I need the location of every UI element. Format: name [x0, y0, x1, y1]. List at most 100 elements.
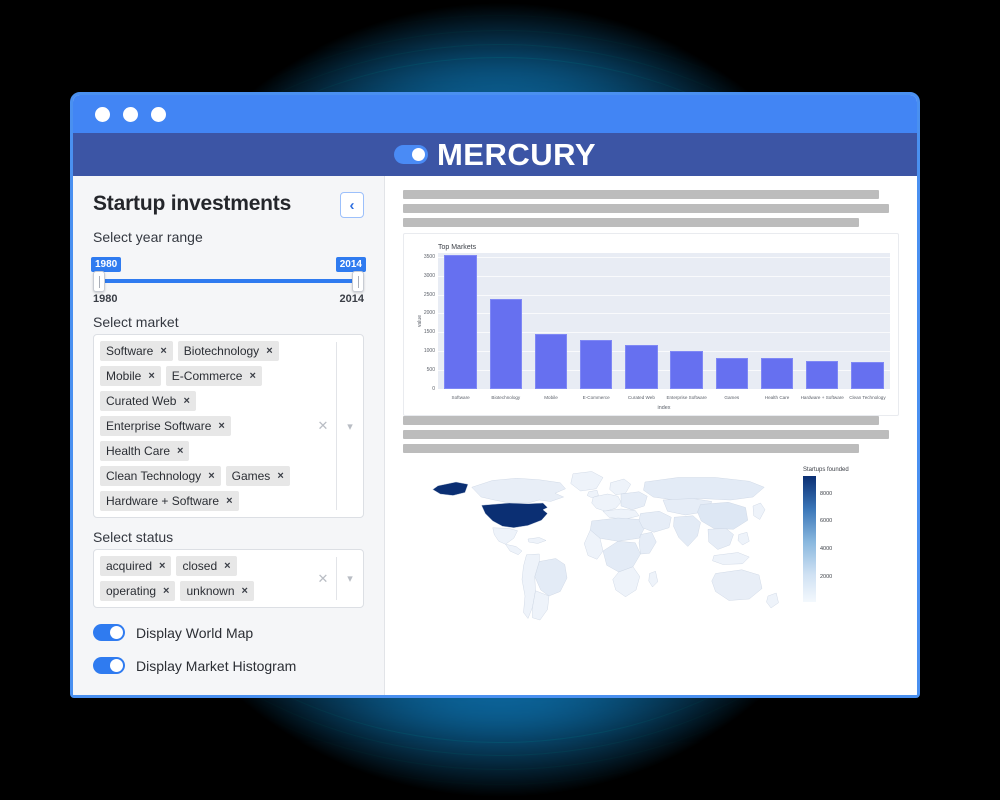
world-map[interactable]	[403, 461, 803, 626]
redacted-text-line	[403, 218, 860, 227]
region-alaska	[432, 481, 469, 496]
tag-item[interactable]: Games ×	[225, 466, 290, 486]
window-dot-close[interactable]	[95, 106, 110, 122]
bar-slot[interactable]	[438, 253, 483, 389]
tag-remove-icon[interactable]: ×	[277, 470, 283, 482]
tag-item[interactable]: operating ×	[100, 581, 176, 601]
bar-slot[interactable]	[574, 253, 619, 389]
bar-slot[interactable]	[754, 253, 799, 389]
region-southern-africa	[612, 566, 640, 597]
histogram-panel: Top Markets value 0 500 1000 1500 2000 2500 30…	[403, 233, 899, 416]
tag-item[interactable]: acquired ×	[100, 556, 172, 576]
slider-track[interactable]	[97, 279, 360, 283]
tag-remove-icon[interactable]: ×	[249, 370, 255, 382]
chevron-down-icon[interactable]: ▾	[339, 420, 361, 433]
toggle-switch-icon[interactable]	[93, 657, 125, 674]
toggle-switch-icon[interactable]	[93, 624, 125, 641]
bar[interactable]	[851, 361, 884, 389]
tag-remove-icon[interactable]: ×	[177, 445, 183, 457]
chevron-left-icon[interactable]: ‹	[340, 192, 364, 218]
bar[interactable]	[670, 350, 703, 389]
clear-icon[interactable]: ✕	[312, 571, 334, 587]
tag-item[interactable]: E-Commerce ×	[165, 366, 262, 386]
bar[interactable]	[715, 357, 749, 389]
x-axis-labels: Software Biotechnology Mobile E-Commerce Cur…	[438, 395, 890, 400]
tag-remove-icon[interactable]: ×	[218, 420, 224, 432]
region-canada	[471, 478, 566, 504]
bar-chart[interactable]: value 0 500 1000 1500 2000 2500 3000 3500 Softw…	[412, 253, 890, 400]
tag-remove-icon[interactable]: ×	[159, 560, 165, 572]
bar-slot[interactable]	[664, 253, 709, 389]
tag-item[interactable]: closed ×	[176, 556, 237, 576]
tag-remove-icon[interactable]: ×	[183, 395, 189, 407]
tag-item[interactable]: Curated Web ×	[100, 391, 196, 411]
tag-remove-icon[interactable]: ×	[224, 560, 230, 572]
year-range-slider[interactable]: 1980 2014 1980 2014	[91, 257, 366, 305]
bar[interactable]	[444, 254, 477, 389]
region-china	[697, 502, 748, 530]
slider-endpoints: 1980 2014	[93, 293, 364, 305]
bar[interactable]	[489, 298, 523, 389]
slider-max-value: 2014	[339, 293, 364, 305]
tag-item[interactable]: Health Care ×	[100, 441, 190, 461]
tag-remove-icon[interactable]: ×	[160, 345, 166, 357]
redacted-text-line	[403, 204, 890, 213]
tag-remove-icon[interactable]: ×	[226, 495, 232, 507]
window-dot-maximize[interactable]	[151, 106, 166, 122]
status-multiselect[interactable]: acquired × closed × operating × unknown × ✕ ▾	[93, 549, 364, 608]
region-japan	[752, 502, 766, 520]
bar[interactable]	[534, 334, 568, 389]
bar-slot[interactable]	[845, 253, 890, 389]
bar-slot[interactable]	[709, 253, 754, 389]
legend-tick-label: 6000	[820, 518, 833, 525]
region-australia	[711, 569, 763, 601]
x-tick-label: Enterprise Software	[666, 395, 707, 400]
clear-icon[interactable]: ✕	[312, 418, 334, 434]
toggle-world-map-label: Display World Map	[136, 624, 254, 641]
tag-remove-icon[interactable]: ×	[242, 585, 248, 597]
tag-item[interactable]: Software ×	[100, 341, 173, 361]
content-area: Top Markets value 0 500 1000 1500 2000 2500 30…	[385, 176, 917, 695]
bar[interactable]	[805, 360, 839, 389]
tag-label: E-Commerce	[171, 369, 243, 383]
toggle-switch-icon	[393, 145, 428, 164]
legend-tick-label: 8000	[820, 490, 833, 497]
legend-title: Startups founded	[803, 467, 849, 473]
y-tick-label: 2500	[423, 291, 435, 298]
y-tick-label: 3500	[423, 253, 435, 260]
tag-item[interactable]: Hardware + Software ×	[100, 491, 239, 511]
tag-item[interactable]: Clean Technology ×	[100, 466, 221, 486]
window-dot-minimize[interactable]	[123, 106, 138, 122]
toggle-market-histogram[interactable]: Display Market Histogram	[93, 657, 364, 674]
region-southeast-asia	[707, 528, 734, 550]
market-multiselect[interactable]: Software × Biotechnology × Mobile × E-Commerce…	[93, 334, 364, 518]
bar-slot[interactable]	[800, 253, 845, 389]
slider-handle-max[interactable]	[352, 271, 364, 292]
tag-item[interactable]: Biotechnology ×	[177, 341, 279, 361]
bar[interactable]	[760, 357, 794, 389]
bar-slot[interactable]	[619, 253, 664, 389]
tag-item[interactable]: Mobile ×	[100, 366, 161, 386]
tag-remove-icon[interactable]: ×	[208, 470, 214, 482]
chevron-down-icon[interactable]: ▾	[339, 572, 361, 585]
toggle-world-map[interactable]: Display World Map	[93, 624, 364, 641]
slider-max-badge: 2014	[335, 257, 366, 272]
tag-remove-icon[interactable]: ×	[266, 345, 272, 357]
market-actions: ✕ ▾	[310, 335, 363, 517]
bar-slot[interactable]	[528, 253, 573, 389]
bar[interactable]	[625, 344, 658, 389]
tag-item[interactable]: unknown ×	[180, 581, 254, 601]
app-logo[interactable]: MERCURY	[393, 137, 596, 173]
tag-remove-icon[interactable]: ×	[163, 585, 169, 597]
tag-label: Mobile	[106, 369, 142, 383]
bar[interactable]	[579, 339, 613, 389]
region-eastern-europe	[620, 491, 648, 510]
x-tick-label: E-Commerce	[582, 395, 610, 400]
tag-label: Biotechnology	[183, 344, 260, 358]
tag-label: Hardware + Software	[106, 494, 220, 508]
bar-slot[interactable]	[483, 253, 528, 389]
tag-item[interactable]: Enterprise Software ×	[100, 416, 231, 436]
tag-remove-icon[interactable]: ×	[148, 370, 154, 382]
status-label: Select status	[93, 529, 174, 545]
slider-handle-min[interactable]	[93, 271, 105, 292]
